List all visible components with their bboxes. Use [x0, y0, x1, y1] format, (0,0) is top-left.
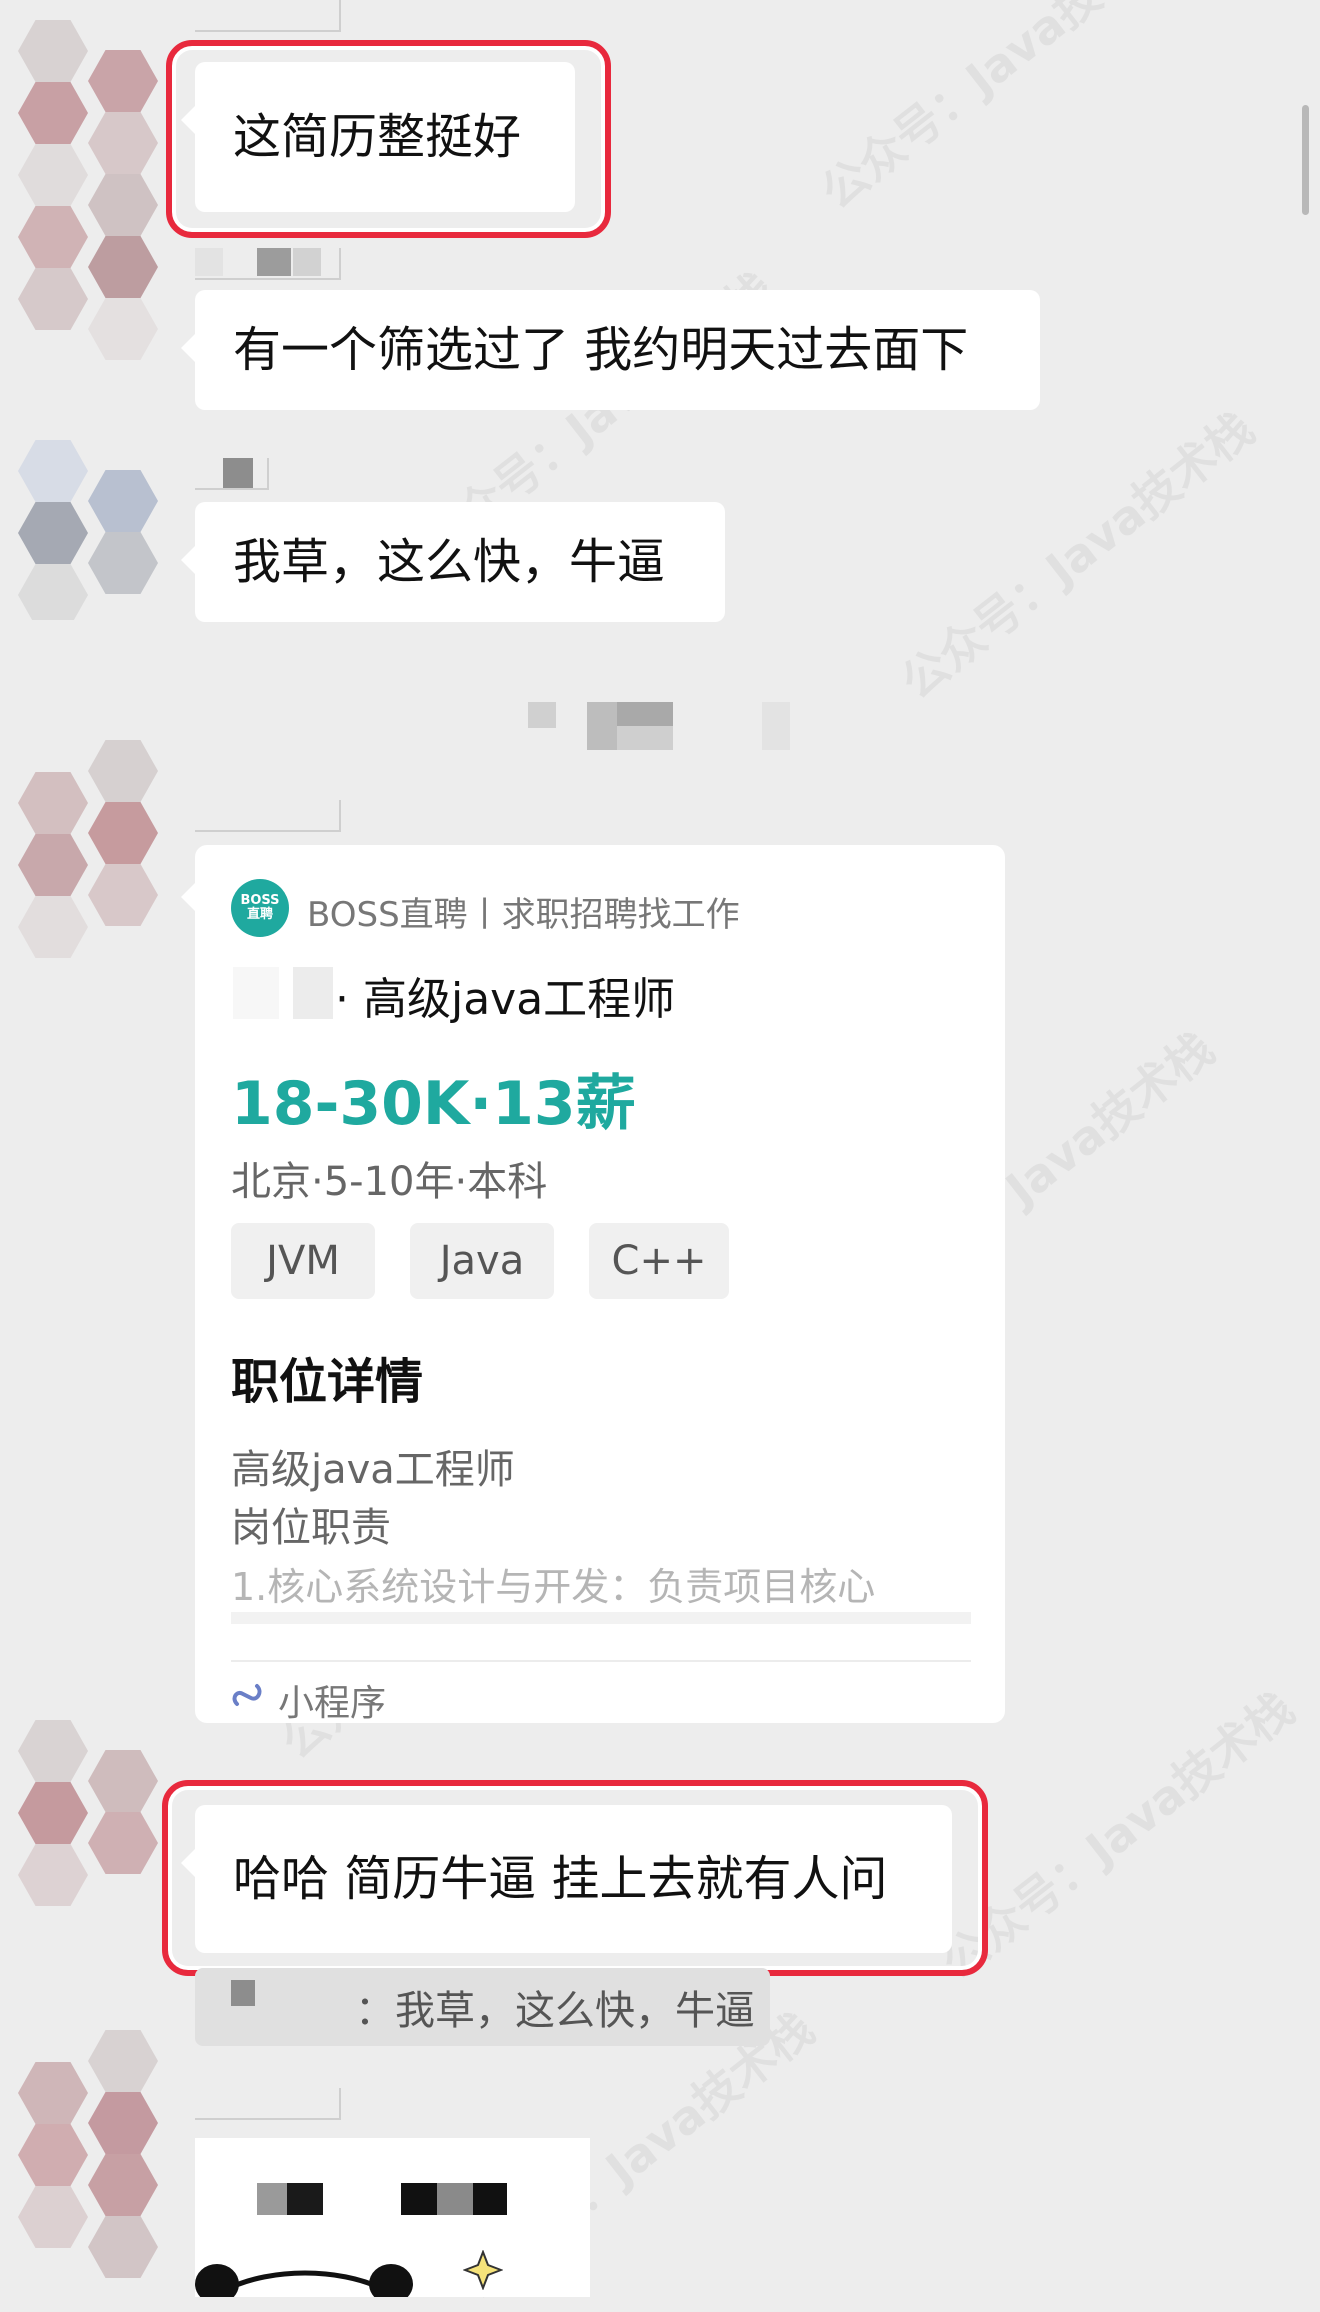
- skill-tag: C++: [589, 1223, 729, 1299]
- watermark: 公众号：Java技术栈: [810, 0, 1184, 220]
- message-text: 哈哈 简历牛逼 挂上去就有人问: [233, 1851, 888, 1907]
- avatar[interactable]: [18, 740, 168, 1000]
- sender-name: [195, 0, 341, 32]
- detail-line: 高级java工程师: [231, 1447, 515, 1493]
- avatar[interactable]: [18, 1720, 168, 1960]
- obscured-text: [473, 2183, 507, 2215]
- panda-sticker-icon: [195, 2248, 415, 2297]
- quoted-text: ：我草，这么快，牛逼: [355, 1988, 755, 2034]
- timestamp: [528, 702, 556, 728]
- message-bubble[interactable]: 哈哈 简历牛逼 挂上去就有人问: [181, 1805, 952, 1953]
- job-title: · 高级java工程师: [335, 974, 676, 1025]
- obscured-company: [293, 967, 333, 1019]
- obscured-company: [233, 967, 279, 1019]
- avatar[interactable]: [18, 2030, 168, 2297]
- image-message[interactable]: [195, 2138, 590, 2297]
- sender-name: [195, 458, 269, 490]
- message-text: 我草，这么快，牛逼: [233, 534, 666, 590]
- mini-program-label: 小程序: [278, 1683, 387, 1724]
- message-bubble[interactable]: 我草，这么快，牛逼: [181, 502, 725, 622]
- message-bubble[interactable]: 有一个筛选过了 我约明天过去面下: [181, 290, 1040, 410]
- skill-tag: Java: [410, 1223, 554, 1299]
- mini-program-icon: [229, 1676, 265, 1712]
- timestamp: [617, 702, 673, 726]
- faded-text: [231, 1612, 971, 1624]
- timestamp: [617, 726, 673, 750]
- boss-logo-icon: BOSS 直聘: [231, 879, 289, 937]
- sender-name: [195, 800, 341, 832]
- sender-name: [195, 2088, 341, 2120]
- timestamp: [587, 702, 617, 750]
- watermark: 公众号：Java技术栈: [890, 401, 1264, 710]
- job-meta: 北京·5-10年·本科: [231, 1159, 548, 1205]
- obscured-text: [437, 2183, 473, 2215]
- detail-line: 岗位职责: [231, 1505, 391, 1551]
- obscured-text: [257, 2183, 287, 2215]
- sender-name: [195, 248, 341, 280]
- section-title: 职位详情: [231, 1354, 424, 1410]
- message-text: 有一个筛选过了 我约明天过去面下: [233, 322, 969, 378]
- timestamp: [762, 702, 790, 750]
- card-divider: [231, 1660, 971, 1662]
- obscured-text: [401, 2183, 437, 2215]
- app-name: BOSS直聘丨求职招聘找工作: [307, 895, 740, 935]
- detail-line: 1.核心系统设计与开发：负责项目核心: [231, 1565, 876, 1609]
- salary: 18-30K·13薪: [231, 1069, 636, 1139]
- avatar[interactable]: [18, 20, 168, 620]
- scrollbar[interactable]: [1302, 105, 1309, 215]
- obscured-name: [231, 1980, 255, 2006]
- obscured-text: [287, 2183, 323, 2215]
- quoted-message[interactable]: ：我草，这么快，牛逼: [195, 1968, 770, 2046]
- message-bubble[interactable]: 这简历整挺好: [181, 62, 575, 212]
- skill-tag: JVM: [231, 1223, 375, 1299]
- sparkle-icon: [462, 2249, 504, 2291]
- message-text: 这简历整挺好: [233, 109, 522, 165]
